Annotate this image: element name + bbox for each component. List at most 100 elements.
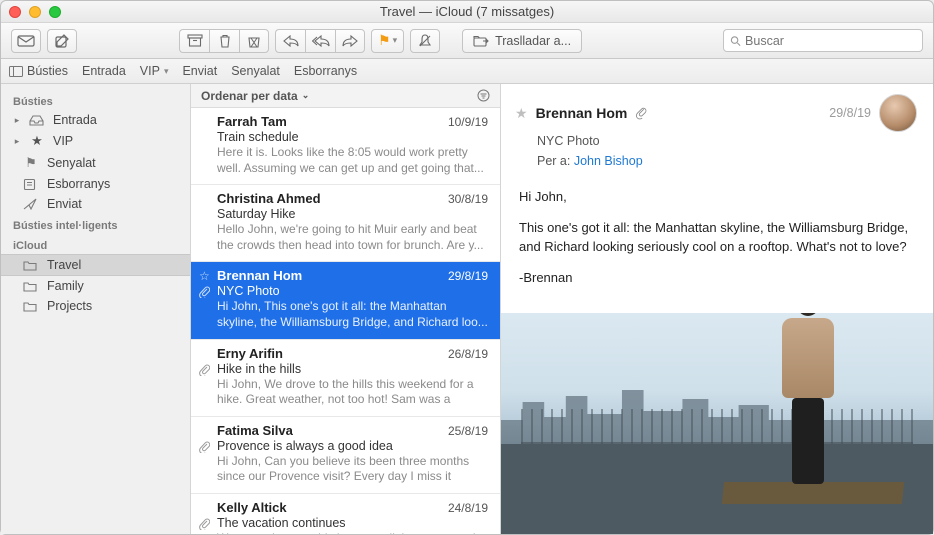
mailboxes-toggle[interactable]: Bústies (9, 64, 68, 78)
flag-button[interactable]: ⚑ ▾ (371, 29, 404, 53)
sidebar-folder-label: Projects (47, 299, 92, 313)
body-paragraph: This one's got it all: the Manhattan sky… (519, 219, 915, 257)
vip-star-icon[interactable]: ★ (515, 105, 528, 122)
sidebar-label-flagged: Senyalat (47, 156, 96, 170)
compose-button[interactable] (47, 29, 77, 53)
sidebar-folder-projects[interactable]: Projects (1, 296, 190, 316)
reader-to-line: Per a: John Bishop (515, 154, 917, 168)
fav-vip[interactable]: VIP▾ (140, 64, 169, 78)
disclosure-icon[interactable]: ▸ (13, 115, 21, 126)
window-title: Travel — iCloud (7 missatges) (61, 4, 873, 19)
sidebar-folder-travel[interactable]: Travel (1, 254, 190, 276)
toolbar: ⚑ ▾ Traslladar a... (1, 23, 933, 59)
filter-icon[interactable] (477, 89, 490, 102)
sidebar-item-drafts[interactable]: Esborranys (1, 174, 190, 194)
message-list[interactable]: Farrah Tam10/9/19Train scheduleHere it i… (191, 108, 500, 534)
attachment-icon (199, 364, 210, 376)
message-preview: Hi John, This one's got it all: the Manh… (217, 299, 488, 330)
sort-bar[interactable]: Ordenar per data ⌄ (191, 84, 500, 108)
fav-sent[interactable]: Enviat (182, 64, 217, 78)
message-row[interactable]: Erny Arifin26/8/19Hike in the hillsHi Jo… (191, 340, 500, 417)
sidebar-label-drafts: Esborranys (47, 177, 110, 191)
folder-icon (23, 260, 39, 271)
sent-icon (23, 198, 39, 210)
message-row[interactable]: Kelly Altick24/8/19The vacation continue… (191, 494, 500, 534)
attachment-photo[interactable] (501, 313, 933, 534)
message-subject: Hike in the hills (217, 362, 488, 376)
reader-subject: NYC Photo (515, 134, 917, 148)
message-row[interactable]: Christina Ahmed30/8/19Saturday HikeHello… (191, 185, 500, 262)
favorites-bar: Bústies Entrada VIP▾ Enviat Senyalat Esb… (1, 59, 933, 84)
attachment-icon (199, 286, 210, 298)
message-from: Fatima Silva (217, 423, 293, 438)
inbox-icon (29, 115, 45, 126)
message-subject: NYC Photo (217, 284, 488, 298)
message-row[interactable]: Farrah Tam10/9/19Train scheduleHere it i… (191, 108, 500, 185)
message-preview: Hi John, We drove to the hills this week… (217, 377, 488, 408)
message-date: 29/8/19 (448, 269, 488, 283)
search-input[interactable] (745, 34, 916, 48)
sort-label[interactable]: Ordenar per data ⌄ (201, 89, 309, 103)
message-date: 25/8/19 (448, 424, 488, 438)
message-from: Brennan Hom (217, 268, 302, 283)
chevron-down-icon: ▾ (164, 66, 169, 77)
move-to-label: Traslladar a... (495, 34, 571, 48)
reader-date: 29/8/19 (829, 106, 871, 120)
fav-drafts[interactable]: Esborranys (294, 64, 357, 78)
sidebar-item-vip[interactable]: ▸ ★ VIP (1, 130, 190, 152)
forward-button[interactable] (335, 29, 365, 53)
message-from: Christina Ahmed (217, 191, 321, 206)
reader-to-name[interactable]: John Bishop (574, 154, 643, 168)
sidebar-label-vip: VIP (53, 134, 73, 148)
fav-inbox[interactable]: Entrada (82, 64, 126, 78)
mute-button[interactable] (410, 29, 440, 53)
star-icon: ★ (29, 133, 45, 149)
search-field[interactable] (723, 29, 923, 52)
attachment-icon (635, 106, 648, 120)
sidebar-header-icloud: iCloud (1, 234, 190, 254)
message-preview: Here it is. Looks like the 8:05 would wo… (217, 145, 488, 176)
fav-label-mailboxes: Bústies (27, 64, 68, 78)
message-row[interactable]: ☆Brennan Hom29/8/19NYC PhotoHi John, Thi… (191, 262, 500, 339)
sidebar-item-inbox[interactable]: ▸ Entrada (1, 110, 190, 130)
message-preview: Hello John, we're going to hit Muir earl… (217, 222, 488, 253)
disclosure-icon[interactable]: ▸ (13, 136, 21, 147)
window-controls (9, 6, 61, 18)
sidebar-folder-label: Travel (47, 258, 81, 272)
message-from: Erny Arifin (217, 346, 283, 361)
attachment-icon (199, 441, 210, 453)
move-to-button[interactable]: Traslladar a... (462, 29, 582, 53)
get-mail-button[interactable] (11, 29, 41, 53)
reader-header: ★ Brennan Hom 29/8/19 NYC Photo Per a: J… (501, 84, 933, 178)
message-preview: We started out on this journey a little … (217, 531, 488, 534)
message-row[interactable]: Fatima Silva25/8/19Provence is always a … (191, 417, 500, 494)
minimize-button[interactable] (29, 6, 41, 18)
sidebar-folder-family[interactable]: Family (1, 276, 190, 296)
search-icon (730, 35, 741, 47)
avatar (879, 94, 917, 132)
folder-icon (23, 301, 39, 312)
reply-all-button[interactable] (305, 29, 335, 53)
reader-from: Brennan Hom (536, 105, 628, 121)
sidebar-label-inbox: Entrada (53, 113, 97, 127)
sidebar-item-sent[interactable]: Enviat (1, 194, 190, 214)
sidebar: Bústies ▸ Entrada ▸ ★ VIP ⚑ Senyalat Esb… (1, 84, 191, 534)
drafts-icon (23, 178, 39, 191)
fav-flagged[interactable]: Senyalat (231, 64, 280, 78)
attachment-icon (199, 518, 210, 530)
zoom-button[interactable] (49, 6, 61, 18)
message-from: Farrah Tam (217, 114, 287, 129)
message-date: 24/8/19 (448, 501, 488, 515)
flag-icon: ⚑ (378, 32, 391, 49)
message-list-pane: Ordenar per data ⌄ Farrah Tam10/9/19Trai… (191, 84, 501, 534)
delete-button[interactable] (209, 29, 239, 53)
archive-button[interactable] (179, 29, 209, 53)
main-columns: Bústies ▸ Entrada ▸ ★ VIP ⚑ Senyalat Esb… (1, 84, 933, 534)
junk-button[interactable] (239, 29, 269, 53)
sidebar-item-flagged[interactable]: ⚑ Senyalat (1, 152, 190, 174)
folder-move-icon (473, 35, 489, 47)
flag-icon: ⚑ (23, 155, 39, 171)
reply-button[interactable] (275, 29, 305, 53)
message-from: Kelly Altick (217, 500, 287, 515)
close-button[interactable] (9, 6, 21, 18)
